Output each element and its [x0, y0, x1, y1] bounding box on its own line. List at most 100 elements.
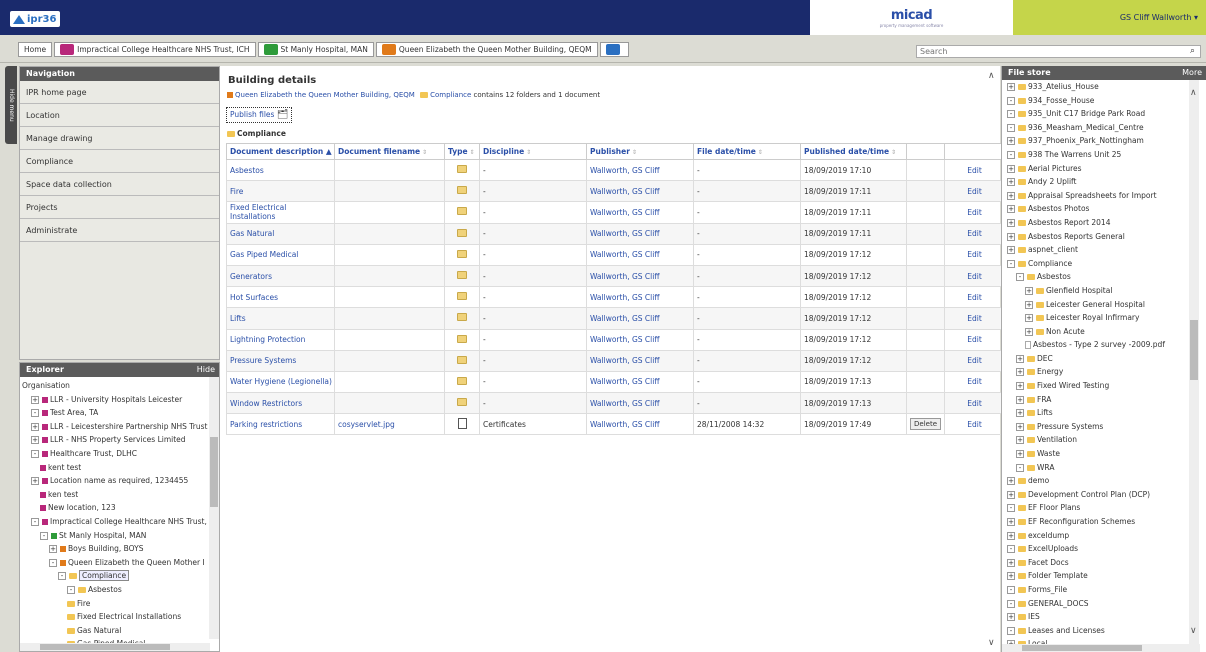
expand-icon[interactable]: +: [31, 395, 39, 404]
expand-icon[interactable]: +: [1007, 531, 1015, 540]
publisher-link[interactable]: Wallworth, GS Cliff: [586, 158, 694, 182]
document-filename-link[interactable]: [334, 201, 445, 224]
collapse-icon[interactable]: -: [1007, 626, 1015, 635]
collapse-icon[interactable]: -: [1007, 504, 1015, 513]
tree-item[interactable]: + Aerial Pictures: [1006, 162, 1186, 176]
publisher-link[interactable]: Wallworth, GS Cliff: [586, 370, 694, 394]
publisher-link[interactable]: Wallworth, GS Cliff: [586, 413, 694, 436]
publisher-link[interactable]: Wallworth, GS Cliff: [586, 222, 694, 245]
file-store-scrollbar[interactable]: [1189, 80, 1199, 644]
collapse-icon[interactable]: -: [31, 517, 39, 526]
document-description-link[interactable]: Gas Piped Medical: [226, 243, 335, 266]
tree-item[interactable]: - 938 The Warrens Unit 25: [1006, 148, 1186, 162]
collapse-icon[interactable]: -: [1016, 273, 1024, 282]
document-description-link[interactable]: Lifts: [226, 307, 335, 330]
edit-link[interactable]: Edit: [944, 286, 1005, 309]
breadcrumb-item[interactable]: [599, 42, 629, 57]
tree-item[interactable]: + Waste: [1006, 447, 1186, 461]
publisher-link[interactable]: Wallworth, GS Cliff: [586, 349, 694, 372]
tree-item[interactable]: + Location name as required, 1234455: [22, 474, 210, 488]
expand-icon[interactable]: +: [1025, 300, 1033, 309]
breadcrumb-item[interactable]: St Manly Hospital, MAN: [257, 42, 374, 57]
tree-item[interactable]: + Leicester General Hospital: [1006, 298, 1186, 312]
document-description-link[interactable]: Asbestos: [226, 158, 335, 182]
document-filename-link[interactable]: [334, 243, 445, 266]
tree-item[interactable]: Gas Natural: [22, 624, 210, 638]
nav-item[interactable]: Administrate: [20, 219, 219, 242]
tree-item[interactable]: - ExcelUploads: [1006, 542, 1186, 556]
file-store-hscrollbar[interactable]: [1002, 644, 1200, 652]
path-folder-link[interactable]: Compliance: [430, 91, 471, 99]
collapse-icon[interactable]: -: [58, 572, 66, 581]
explorer-scroll-thumb[interactable]: [210, 437, 218, 507]
document-filename-link[interactable]: [334, 328, 445, 351]
tree-item[interactable]: - 936_Measham_Medical_Centre: [1006, 121, 1186, 135]
tree-item[interactable]: + Glenfield Hospital: [1006, 284, 1186, 298]
tree-item[interactable]: + Asbestos Report 2014: [1006, 216, 1186, 230]
expand-icon[interactable]: +: [1025, 286, 1033, 295]
file-store-scroll-thumb[interactable]: [1190, 320, 1198, 380]
publisher-link[interactable]: Wallworth, GS Cliff: [586, 243, 694, 266]
tree-item[interactable]: kent test: [22, 461, 210, 475]
delete-button[interactable]: Delete: [910, 418, 941, 431]
expand-icon[interactable]: +: [1007, 572, 1015, 581]
column-header[interactable]: Discipline ⇕: [479, 143, 587, 160]
file-store-hscroll-thumb[interactable]: [1022, 645, 1142, 651]
tree-item[interactable]: + IES: [1006, 610, 1186, 624]
tree-item[interactable]: + Development Control Plan (DCP): [1006, 488, 1186, 502]
tree-item[interactable]: - GENERAL_DOCS: [1006, 597, 1186, 611]
nav-item[interactable]: Compliance: [20, 150, 219, 173]
edit-link[interactable]: Edit: [944, 180, 1005, 203]
tree-item[interactable]: + Asbestos Reports General: [1006, 230, 1186, 244]
tree-item[interactable]: + Ventilation: [1006, 433, 1186, 447]
publisher-link[interactable]: Wallworth, GS Cliff: [586, 201, 694, 224]
collapse-icon[interactable]: -: [1007, 545, 1015, 554]
tree-item[interactable]: - 935_Unit C17 Bridge Park Road: [1006, 107, 1186, 121]
document-description-link[interactable]: Pressure Systems: [226, 349, 335, 372]
document-description-link[interactable]: Fire: [226, 180, 335, 203]
expand-icon[interactable]: +: [1016, 409, 1024, 418]
tree-item[interactable]: + LLR - NHS Property Services Limited: [22, 433, 210, 447]
file-store-more-button[interactable]: More: [1182, 66, 1202, 80]
edit-link[interactable]: Edit: [944, 222, 1005, 245]
hide-menu-tab[interactable]: Hide menu: [5, 66, 17, 144]
expand-icon[interactable]: +: [49, 545, 57, 554]
app-logo[interactable]: ipr36: [10, 11, 60, 27]
tree-item[interactable]: - Compliance: [1006, 257, 1186, 271]
expand-icon[interactable]: +: [1007, 490, 1015, 499]
expand-icon[interactable]: +: [1007, 246, 1015, 255]
search-input[interactable]: [916, 45, 1201, 58]
tree-item[interactable]: + Andy 2 Uplift: [1006, 175, 1186, 189]
edit-link[interactable]: Edit: [944, 158, 1005, 182]
tree-item[interactable]: - WRA: [1006, 461, 1186, 475]
publisher-link[interactable]: Wallworth, GS Cliff: [586, 286, 694, 309]
main-scroll-down-icon[interactable]: ∨: [988, 638, 995, 648]
tree-item[interactable]: ken test: [22, 488, 210, 502]
column-header[interactable]: File date/time ⇕: [693, 143, 801, 160]
tree-item[interactable]: + demo: [1006, 474, 1186, 488]
tree-item[interactable]: + FRA: [1006, 393, 1186, 407]
edit-link[interactable]: Edit: [944, 349, 1005, 372]
edit-link[interactable]: Edit: [944, 307, 1005, 330]
tree-item[interactable]: - Impractical College Healthcare NHS Trus…: [22, 515, 210, 529]
expand-icon[interactable]: +: [1007, 218, 1015, 227]
tree-item[interactable]: - Leases and Licenses: [1006, 624, 1186, 638]
tree-item[interactable]: + EF Reconfiguration Schemes: [1006, 515, 1186, 529]
collapse-icon[interactable]: -: [40, 531, 48, 540]
tree-item[interactable]: + Fixed Wired Testing: [1006, 379, 1186, 393]
tree-item[interactable]: +937_Phoenix_Park_Nottingham: [1006, 134, 1186, 148]
tree-item[interactable]: + Leicester Royal Infirmary: [1006, 311, 1186, 325]
document-description-link[interactable]: Window Restrictors: [226, 392, 335, 415]
tree-item[interactable]: + Energy: [1006, 365, 1186, 379]
edit-link[interactable]: Edit: [944, 413, 1005, 436]
publisher-link[interactable]: Wallworth, GS Cliff: [586, 264, 694, 288]
document-filename-link[interactable]: [334, 370, 445, 394]
nav-item[interactable]: Space data collection: [20, 173, 219, 196]
file-store-scroll-down-icon[interactable]: ∨: [1190, 626, 1197, 636]
document-description-link[interactable]: Fixed Electrical Installations: [226, 201, 335, 224]
tree-item[interactable]: - Forms_File: [1006, 583, 1186, 597]
tree-item[interactable]: - Queen Elizabeth the Queen Mother I: [22, 556, 210, 570]
explorer-hide-button[interactable]: Hide: [197, 363, 215, 377]
tree-item[interactable]: Asbestos - Type 2 survey -2009.pdf: [1006, 338, 1186, 352]
tree-item[interactable]: + Non Acute: [1006, 325, 1186, 339]
